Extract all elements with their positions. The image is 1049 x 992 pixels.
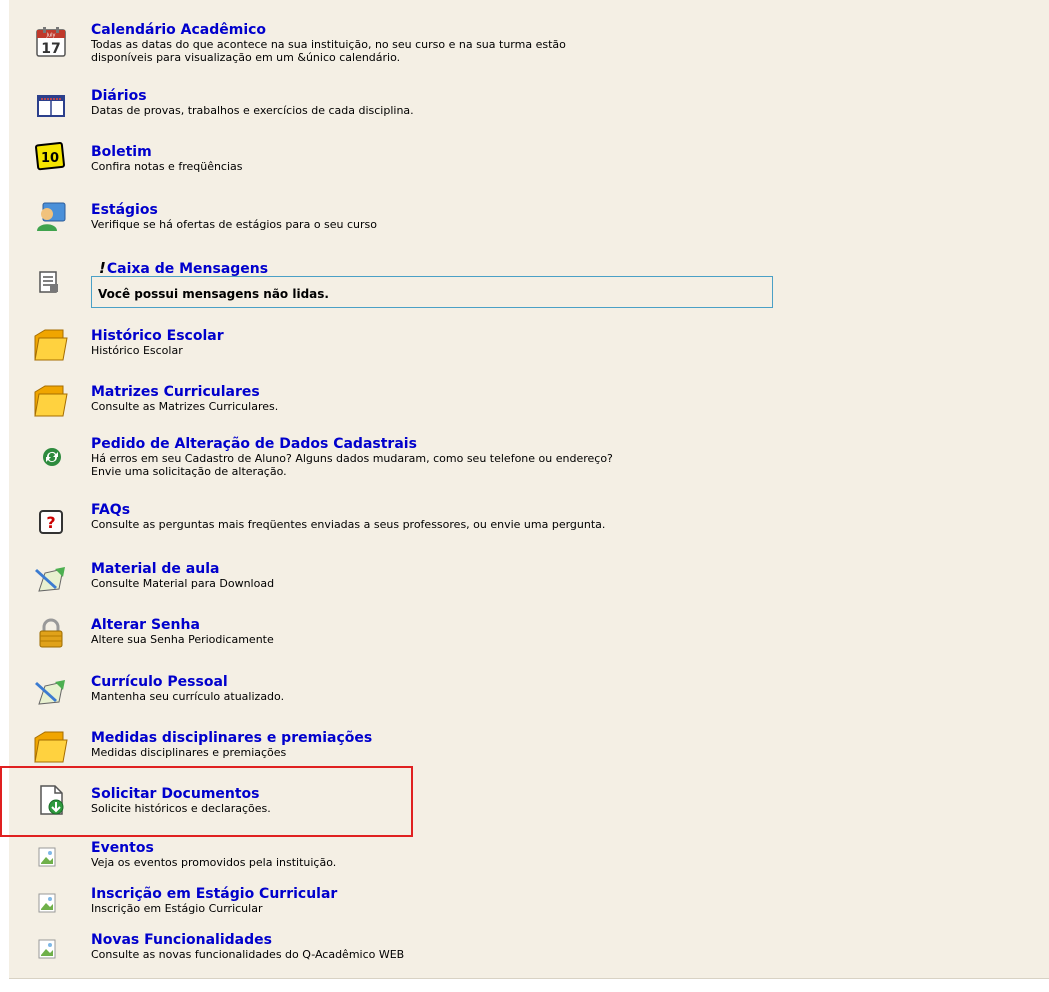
desc-estagios-1: Verifique se há ofertas de estágios para…	[91, 218, 378, 231]
folder-icon[interactable]	[33, 384, 69, 418]
desc-pedido-1: Há erros em seu Cadastro de Aluno? Algun…	[91, 452, 613, 465]
desc-diarios-1: Datas de provas, trabalhos e exercícios …	[91, 104, 414, 117]
menu-item-novas-text: Novas Funcionalidades Consulte as novas …	[91, 932, 991, 961]
pencil-note-icon[interactable]	[35, 676, 67, 708]
menu-item-pedido-text: Pedido de Alteração de Dados Cadastrais …	[91, 436, 991, 478]
menu-item-inscricao-text: Inscrição em Estágio Curricular Inscriçã…	[91, 886, 991, 915]
desc-historico-1: Histórico Escolar	[91, 344, 183, 357]
link-diarios[interactable]: Diários	[91, 88, 991, 104]
link-eventos[interactable]: Eventos	[91, 840, 991, 856]
link-estagios[interactable]: Estágios	[91, 202, 991, 218]
svg-text:10: 10	[41, 151, 59, 166]
menu-item-boletim-text: Boletim Confira notas e freqüências	[91, 144, 991, 173]
desc-inscricao-1: Inscrição em Estágio Curricular	[91, 902, 263, 915]
desc-eventos-1: Veja os eventos promovidos pela institui…	[91, 856, 337, 869]
link-inscricao[interactable]: Inscrição em Estágio Curricular	[91, 886, 991, 902]
desc-faqs-1: Consulte as perguntas mais freqüentes en…	[91, 518, 606, 531]
broken-image-icon[interactable]	[37, 938, 59, 960]
link-mensagens[interactable]: Caixa de Mensagens	[107, 261, 268, 277]
refresh-icon[interactable]	[41, 446, 63, 468]
broken-image-icon[interactable]	[37, 846, 59, 868]
link-historico[interactable]: Histórico Escolar	[91, 328, 991, 344]
desc-senha-1: Altere sua Senha Periodicamente	[91, 633, 274, 646]
folder-icon[interactable]	[33, 328, 69, 362]
desc-matrizes-1: Consulte as Matrizes Curriculares.	[91, 400, 279, 413]
link-calendario[interactable]: Calendário Acadêmico	[91, 22, 991, 38]
link-faqs[interactable]: FAQs	[91, 502, 991, 518]
desc-pedido-2: Envie uma solicitação de alteração.	[91, 465, 287, 478]
menu-item-historico-text: Histórico Escolar Histórico Escolar	[91, 328, 991, 357]
question-icon[interactable]: ?	[39, 510, 63, 534]
broken-image-icon[interactable]	[37, 892, 59, 914]
menu-item-material-text: Material de aula Consulte Material para …	[91, 561, 991, 590]
desc-calendario-1: Todas as datas do que acontece na sua in…	[91, 38, 566, 51]
unread-messages-alert[interactable]: Você possui mensagens não lidas.	[91, 276, 773, 308]
menu-item-mensagens-text: !Caixa de Mensagens	[99, 258, 999, 277]
svg-text:17: 17	[41, 41, 60, 57]
menu-item-curriculo-text: Currículo Pessoal Mantenha seu currículo…	[91, 674, 991, 703]
link-boletim[interactable]: Boletim	[91, 144, 991, 160]
calendar-icon[interactable]: 17 July	[35, 26, 67, 58]
link-senha[interactable]: Alterar Senha	[91, 617, 991, 633]
link-medidas[interactable]: Medidas disciplinares e premiações	[91, 730, 991, 746]
message-box-icon[interactable]	[37, 270, 61, 294]
unread-messages-text: Você possui mensagens não lidas.	[98, 287, 329, 301]
desc-boletim-1: Confira notas e freqüências	[91, 160, 243, 173]
link-novas[interactable]: Novas Funcionalidades	[91, 932, 991, 948]
menu-item-estagios-text: Estágios Verifique se há ofertas de está…	[91, 202, 991, 231]
desc-medidas-1: Medidas disciplinares e premiações	[91, 746, 287, 759]
menu-item-calendario-text: Calendário Acadêmico Todas as datas do q…	[91, 22, 991, 64]
link-material[interactable]: Material de aula	[91, 561, 991, 577]
diary-icon[interactable]	[35, 90, 67, 122]
desc-material-1: Consulte Material para Download	[91, 577, 275, 590]
highlight-box	[0, 766, 413, 837]
lock-icon[interactable]	[35, 617, 67, 649]
menu-item-medidas-text: Medidas disciplinares e premiações Medid…	[91, 730, 991, 759]
grade-icon[interactable]: 10	[35, 140, 67, 172]
desc-calendario-2: disponíveis para visualização em um &úni…	[91, 51, 401, 64]
menu-item-diarios-text: Diários Datas de provas, trabalhos e exe…	[91, 88, 991, 117]
pencil-note-icon[interactable]	[35, 563, 67, 595]
link-matrizes[interactable]: Matrizes Curriculares	[91, 384, 991, 400]
desc-novas-1: Consulte as novas funcionalidades do Q-A…	[91, 948, 405, 961]
menu-item-faqs-text: FAQs Consulte as perguntas mais freqüent…	[91, 502, 991, 531]
menu-item-matrizes-text: Matrizes Curriculares Consulte as Matriz…	[91, 384, 991, 413]
user-card-icon[interactable]	[35, 200, 67, 232]
desc-curriculo-1: Mantenha seu currículo atualizado.	[91, 690, 285, 703]
menu-item-eventos-text: Eventos Veja os eventos promovidos pela …	[91, 840, 991, 869]
alert-exclamation: !	[99, 259, 106, 277]
folder-icon[interactable]	[33, 730, 69, 764]
link-pedido[interactable]: Pedido de Alteração de Dados Cadastrais	[91, 436, 991, 452]
link-curriculo[interactable]: Currículo Pessoal	[91, 674, 991, 690]
svg-text:?: ?	[46, 513, 55, 532]
menu-item-senha-text: Alterar Senha Altere sua Senha Periodica…	[91, 617, 991, 646]
svg-text:July: July	[46, 33, 56, 39]
